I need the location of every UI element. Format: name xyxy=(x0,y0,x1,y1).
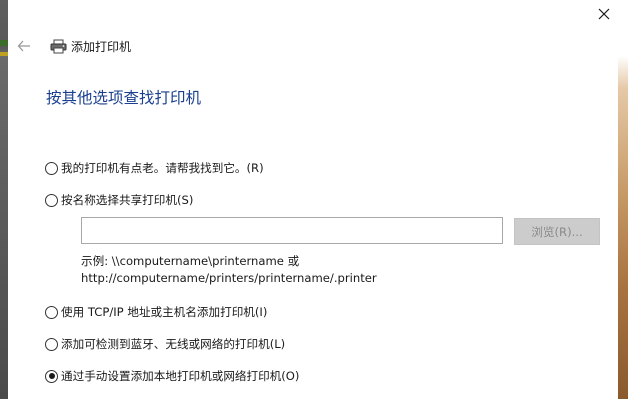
desktop-background-left xyxy=(0,0,8,399)
option-label: 添加可检测到蓝牙、无线或网络的打印机(L) xyxy=(61,337,286,351)
option-label: 按名称选择共享打印机(S) xyxy=(61,193,194,207)
page-heading: 按其他选项查找打印机 xyxy=(46,89,202,107)
title-bar: 添加打印机 xyxy=(16,36,131,56)
example-text: 示例: \\computername\printername 或 http://… xyxy=(81,253,377,287)
option-tcp-ip[interactable]: 使用 TCP/IP 地址或主机名添加打印机(I) xyxy=(45,304,267,320)
desktop-taskbar-fragment-2 xyxy=(0,52,8,56)
desktop-taskbar-fragment xyxy=(0,40,8,46)
example-line-2: http://computername/printers/printername… xyxy=(81,271,377,285)
radio-button[interactable] xyxy=(45,161,58,175)
desktop-background-right xyxy=(618,0,628,399)
add-printer-dialog: 添加打印机 按其他选项查找打印机 我的打印机有点老。请帮我找到它。(R) 按名称… xyxy=(8,0,618,399)
option-bluetooth-wireless-network[interactable]: 添加可检测到蓝牙、无线或网络的打印机(L) xyxy=(45,336,285,352)
back-button[interactable] xyxy=(16,38,32,54)
window-title: 添加打印机 xyxy=(71,39,132,54)
printer-icon xyxy=(50,38,68,54)
option-label: 通过手动设置添加本地打印机或网络打印机(O) xyxy=(61,369,300,383)
radio-button[interactable] xyxy=(45,337,58,351)
option-label: 使用 TCP/IP 地址或主机名添加打印机(I) xyxy=(61,305,268,319)
example-line-1: 示例: \\computername\printername 或 xyxy=(81,254,300,268)
option-shared-printer-by-name[interactable]: 按名称选择共享打印机(S) xyxy=(45,192,193,208)
option-printer-older[interactable]: 我的打印机有点老。请帮我找到它。(R) xyxy=(45,160,264,176)
option-manual-local-or-network[interactable]: 通过手动设置添加本地打印机或网络打印机(O) xyxy=(45,368,299,384)
radio-button[interactable] xyxy=(45,193,58,207)
option-label: 我的打印机有点老。请帮我找到它。(R) xyxy=(61,161,264,175)
radio-button-selected[interactable] xyxy=(45,369,58,383)
back-arrow-icon xyxy=(17,40,30,52)
close-button[interactable] xyxy=(594,4,614,24)
browse-button[interactable]: 浏览(R)... xyxy=(514,218,600,245)
radio-button[interactable] xyxy=(45,305,58,319)
shared-printer-name-input[interactable] xyxy=(81,217,503,244)
close-icon xyxy=(598,8,610,20)
